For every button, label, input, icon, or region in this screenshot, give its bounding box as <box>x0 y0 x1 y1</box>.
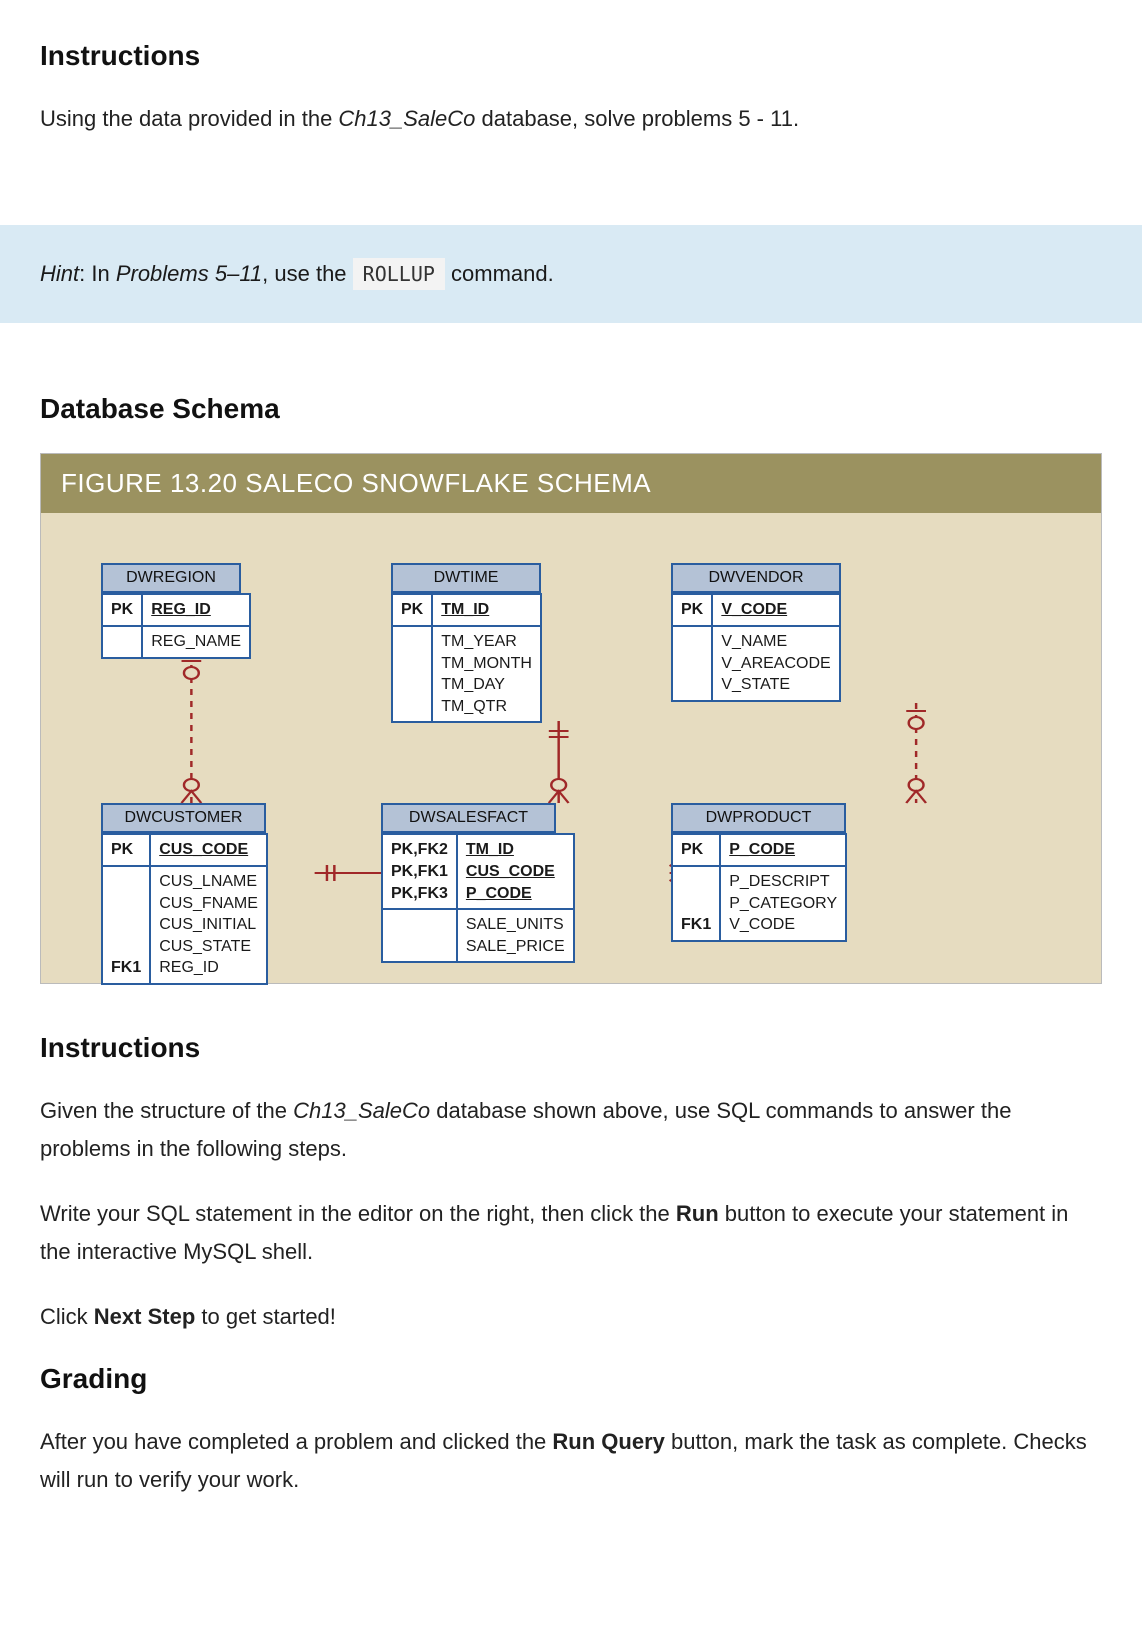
attrs: CUS_LNAME CUS_FNAME CUS_INITIAL CUS_STAT… <box>150 866 267 984</box>
run-label: Run <box>676 1201 719 1226</box>
text: , use the <box>262 261 353 286</box>
db-name: Ch13_SaleCo <box>338 106 475 131</box>
instructions-p2: Write your SQL statement in the editor o… <box>40 1195 1102 1270</box>
text: database, solve problems 5 - 11. <box>475 106 799 131</box>
pk-label: PK <box>392 594 432 626</box>
pk-field: P_CODE <box>729 841 795 858</box>
pk-label: PK <box>672 834 720 866</box>
pk-label: PK <box>672 594 712 626</box>
entity-name: DWTIME <box>391 563 541 593</box>
schema-heading: Database Schema <box>40 393 1102 425</box>
hint-label: Hint <box>40 261 79 286</box>
entity-dwproduct: DWPRODUCT PK P_CODE XXFK1P_DESCRIPT P_CAT… <box>671 803 846 941</box>
key-labels: PK,FK2PK,FK1PK,FK3 <box>382 834 457 909</box>
pk-field: V_CODE <box>721 601 787 618</box>
pk-label: PK <box>102 834 150 866</box>
text: Write your SQL statement in the editor o… <box>40 1201 676 1226</box>
attrs: REG_NAME <box>142 626 250 658</box>
entity-dwtime: DWTIME PK TM_ID TM_YEAR TM_MONTH TM_DAY T… <box>391 563 541 723</box>
entity-dwsalesfact: DWSALESFACT PK,FK2PK,FK1PK,FK3 TM_IDCUS_… <box>381 803 556 963</box>
run-query-label: Run Query <box>552 1429 664 1454</box>
entity-dwvendor: DWVENDOR PK V_CODE V_NAME V_AREACODE V_ST… <box>671 563 841 701</box>
text: : In <box>79 261 116 286</box>
pk-fields: TM_IDCUS_CODEP_CODE <box>457 834 574 909</box>
entity-dwcustomer: DWCUSTOMER PK CUS_CODE XXXXFK1CUS_LNAME C… <box>101 803 266 985</box>
next-step-label: Next Step <box>94 1304 195 1329</box>
entity-name: DWPRODUCT <box>671 803 846 833</box>
entity-name: DWSALESFACT <box>381 803 556 833</box>
fk-label: XXFK1 <box>672 866 720 941</box>
pk-field: REG_ID <box>151 601 211 618</box>
entity-name: DWVENDOR <box>671 563 841 593</box>
pk-field: TM_ID <box>441 601 489 618</box>
text: command. <box>445 261 554 286</box>
grading-text: After you have completed a problem and c… <box>40 1423 1102 1498</box>
hint-code: ROLLUP <box>353 258 445 290</box>
pk-label: PK <box>102 594 142 626</box>
grading-heading: Grading <box>40 1363 1102 1395</box>
text: After you have completed a problem and c… <box>40 1429 552 1454</box>
figure-title: FIGURE 13.20 SALECO SNOWFLAKE SCHEMA <box>41 454 1101 513</box>
hint-problems: Problems 5–11 <box>116 261 262 286</box>
hint-box: Hint: In Problems 5–11, use the ROLLUP c… <box>0 225 1142 323</box>
text: to get started! <box>195 1304 336 1329</box>
text: Given the structure of the <box>40 1098 293 1123</box>
text: Using the data provided in the <box>40 106 338 131</box>
entity-name: DWREGION <box>101 563 241 593</box>
attrs: TM_YEAR TM_MONTH TM_DAY TM_QTR <box>432 626 541 722</box>
entity-name: DWCUSTOMER <box>101 803 266 833</box>
instructions-p3: Click Next Step to get started! <box>40 1298 1102 1335</box>
fk-label: XXXXFK1 <box>102 866 150 984</box>
attrs: P_DESCRIPT P_CATEGORY V_CODE <box>720 866 846 941</box>
attrs: SALE_UNITS SALE_PRICE <box>457 909 574 962</box>
text: Click <box>40 1304 94 1329</box>
attrs: V_NAME V_AREACODE V_STATE <box>712 626 840 701</box>
instructions-text-1: Using the data provided in the Ch13_Sale… <box>40 100 1102 137</box>
instructions-heading-2: Instructions <box>40 1032 1102 1064</box>
schema-figure: FIGURE 13.20 SALECO SNOWFLAKE SCHEMA <box>40 453 1102 984</box>
instructions-heading-1: Instructions <box>40 40 1102 72</box>
entity-dwregion: DWREGION PKREG_ID REG_NAME <box>101 563 241 658</box>
pk-field: CUS_CODE <box>159 841 248 858</box>
instructions-p1: Given the structure of the Ch13_SaleCo d… <box>40 1092 1102 1167</box>
db-name: Ch13_SaleCo <box>293 1098 430 1123</box>
